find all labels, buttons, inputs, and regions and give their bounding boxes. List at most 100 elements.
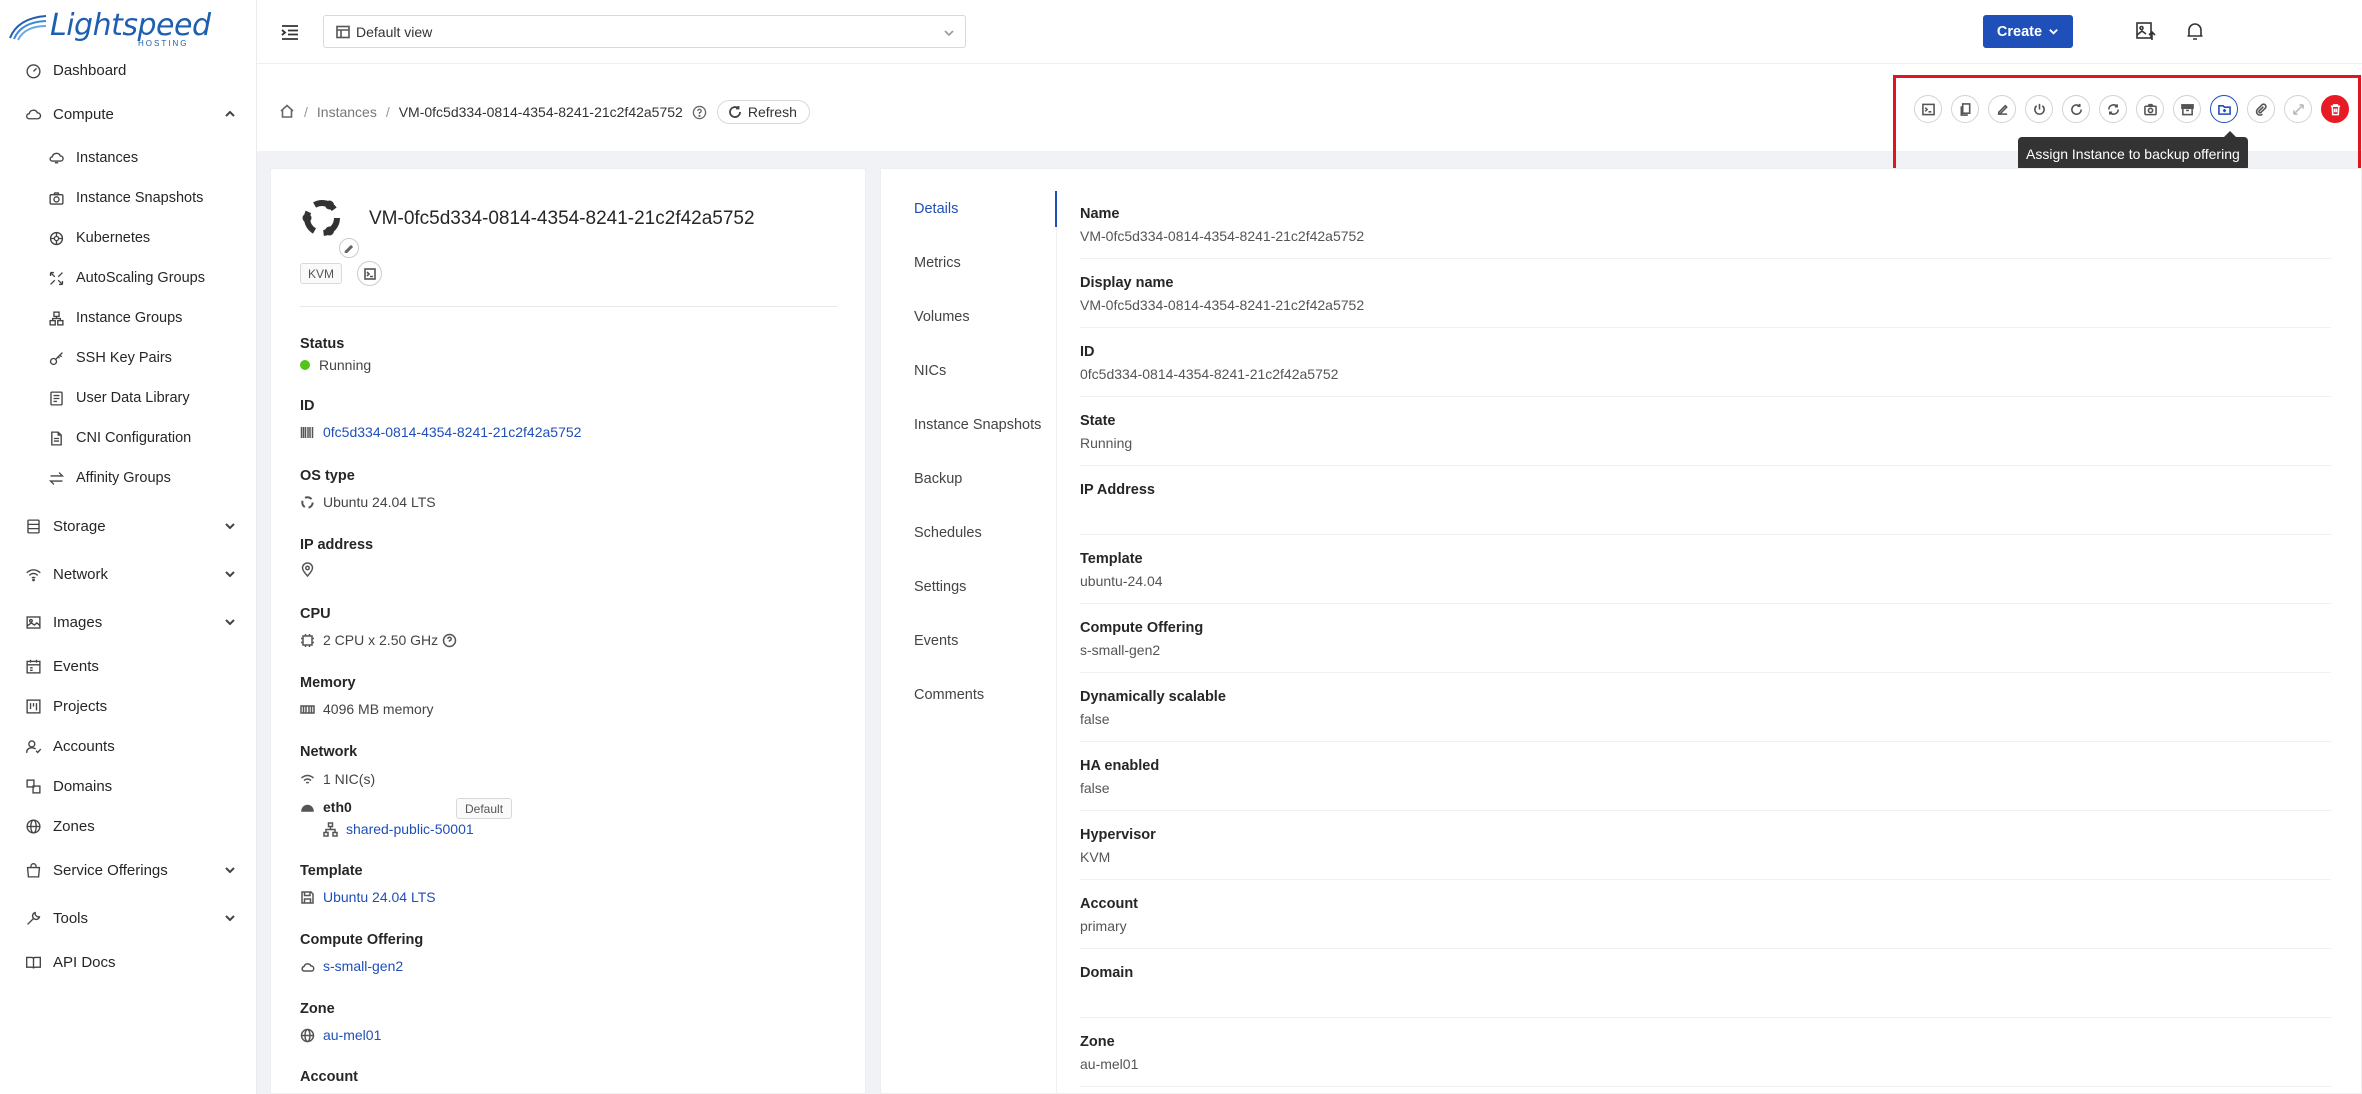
sidebar-item-autoscaling-groups[interactable]: AutoScaling Groups [0,260,257,296]
sidebar-item-label: SSH Key Pairs [76,350,172,366]
sidebar-item-user-data-library[interactable]: User Data Library [0,380,257,416]
sidebar-item-label: Zones [53,817,95,835]
detail-label: Display name [1080,275,1174,291]
sidebar-item-dashboard[interactable]: Dashboard [0,52,257,88]
sidebar-item-instance-snapshots[interactable]: Instance Snapshots [0,180,257,216]
breadcrumb-separator: / [304,104,308,120]
sidebar-item-events[interactable]: Events [0,648,257,684]
bell-icon[interactable] [2184,20,2206,42]
upload-image-icon[interactable] [2135,20,2157,42]
network-label: Network [300,744,358,760]
sidebar-item-projects[interactable]: Projects [0,688,257,724]
wifi-icon [300,772,315,787]
tab-instance-snapshots[interactable]: Instance Snapshots [881,407,1057,443]
sidebar-item-cni-configuration[interactable]: CNI Configuration [0,420,257,456]
sidebar-item-instances[interactable]: Instances [0,140,257,176]
template-link[interactable]: Ubuntu 24.04 LTS [323,889,436,905]
console-button[interactable] [357,261,382,286]
dashboard-icon [24,61,42,79]
sidebar-item-images[interactable]: Images [0,604,257,640]
sidebar-item-affinity-groups[interactable]: Affinity Groups [0,460,257,496]
sidebar-item-network[interactable]: Network [0,556,257,592]
chevron-down-icon [943,26,955,38]
sidebar-item-storage[interactable]: Storage [0,508,257,544]
breadcrumb: / Instances / VM-0fc5d334-0814-4354-8241… [279,100,810,124]
instance-details-card: Details Metrics Volumes NICs Instance Sn… [880,168,2362,1094]
compute-offering-value: s-small-gen2 [300,958,403,974]
cpu-value: 2 CPU x 2.50 GHz [300,632,465,648]
sidebar-item-api-docs[interactable]: API Docs [0,944,257,980]
view-console-button[interactable] [1914,95,1942,123]
nic-default-tag: Default [456,798,513,819]
nic-network-link[interactable]: shared-public-50001 [346,821,474,837]
detail-value: VM-0fc5d334-0814-4354-8241-21c2f42a5752 [1080,228,1365,244]
barcode-icon [300,425,315,440]
layout-icon [336,25,350,39]
zone-link[interactable]: au-mel01 [323,1027,381,1043]
sidebar-item-kubernetes[interactable]: Kubernetes [0,220,257,256]
cloud-server-icon [47,149,65,167]
breadcrumb-instances-link[interactable]: Instances [317,104,377,120]
tab-details[interactable]: Details [881,191,1057,227]
sidebar-item-service-offerings[interactable]: Service Offerings [0,852,257,888]
view-select[interactable]: Default view [323,15,966,48]
tab-settings[interactable]: Settings [881,569,1057,605]
sidebar-item-domains[interactable]: Domains [0,768,257,804]
tab-comments[interactable]: Comments [881,677,1057,713]
scale-button[interactable] [2284,95,2312,123]
assign-backup-offering-button[interactable] [2210,95,2238,123]
detail-zone: Zone au-mel01 [1080,1018,2331,1087]
detail-label: Zone [1080,1034,1115,1050]
tab-nics[interactable]: NICs [881,353,1057,389]
destroy-button[interactable] [2321,95,2349,123]
solution-icon [47,389,65,407]
chevron-down-icon [223,519,237,533]
edit-button[interactable] [1988,95,2016,123]
cluster-icon [47,309,65,327]
sidebar-item-accounts[interactable]: Accounts [0,728,257,764]
nics-text: 1 NIC(s) [323,771,376,787]
sidebar-item-zones[interactable]: Zones [0,808,257,844]
breadcrumb-current: VM-0fc5d334-0814-4354-8241-21c2f42a5752 [398,104,683,120]
home-icon[interactable] [279,103,295,122]
tab-backup[interactable]: Backup [881,461,1057,497]
tab-volumes[interactable]: Volumes [881,299,1057,335]
create-button[interactable]: Create [1983,15,2073,48]
compute-offering-link[interactable]: s-small-gen2 [323,958,403,974]
sidebar-item-instance-groups[interactable]: Instance Groups [0,300,257,336]
sidebar-item-label: Kubernetes [76,230,151,246]
detail-hypervisor: Hypervisor KVM [1080,811,2331,880]
brand-logo[interactable]: Lightspeed HOSTING [8,6,211,48]
sidebar-item-label: AutoScaling Groups [76,270,205,286]
sidebar-item-label: Events [53,657,99,675]
edit-icon[interactable] [339,238,359,258]
instance-id-link[interactable]: 0fc5d334-0814-4354-8241-21c2f42a5752 [323,424,581,440]
id-label: ID [300,398,315,414]
stop-button[interactable] [2025,95,2053,123]
detail-id: ID 0fc5d334-0814-4354-8241-21c2f42a5752 [1080,328,2331,397]
reinstall-button[interactable] [2099,95,2127,123]
sidebar-item-label: Tools [53,909,89,927]
menu-fold-icon[interactable] [280,22,300,42]
take-snapshot-button[interactable] [2136,95,2164,123]
tab-schedules[interactable]: Schedules [881,515,1057,551]
chevron-down-icon [223,567,237,581]
detail-value: false [1080,780,1110,796]
sidebar-item-tools[interactable]: Tools [0,900,257,936]
compute-offering-label: Compute Offering [300,932,424,948]
refresh-button[interactable]: Refresh [716,100,810,124]
nic-name: eth0 [323,799,352,815]
sidebar-item-compute[interactable]: Compute [0,96,257,132]
sidebar-item-ssh-key-pairs[interactable]: SSH Key Pairs [0,340,257,376]
chevron-down-icon [223,863,237,877]
attach-iso-button[interactable] [2247,95,2275,123]
template-label: Template [300,863,363,879]
tab-events[interactable]: Events [881,623,1057,659]
backup-button[interactable] [2173,95,2201,123]
reboot-button[interactable] [2062,95,2090,123]
tab-metrics[interactable]: Metrics [881,245,1057,281]
detail-domain: Domain [1080,949,2331,1018]
question-circle-icon[interactable] [692,105,707,120]
copy-console-url-button[interactable] [1951,95,1979,123]
question-circle-icon[interactable] [442,633,457,648]
